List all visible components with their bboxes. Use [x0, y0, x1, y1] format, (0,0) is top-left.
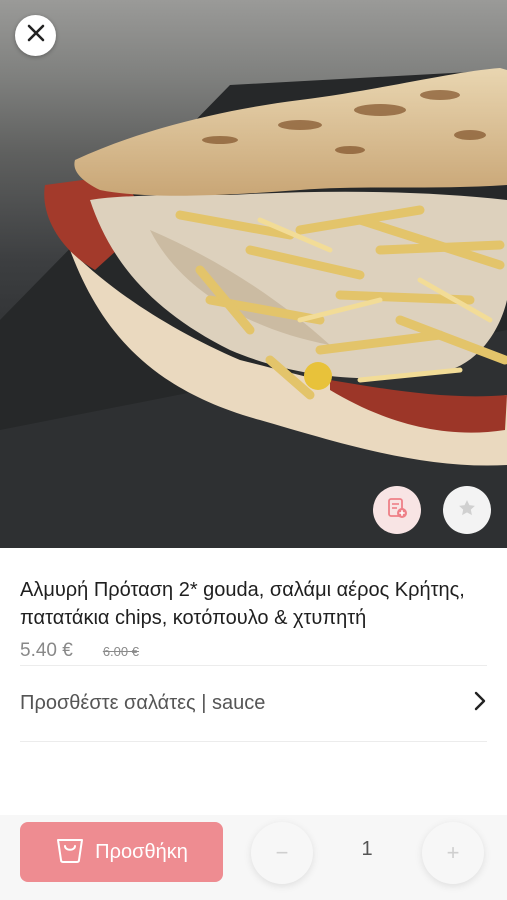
decrease-quantity-button[interactable]: − [251, 822, 313, 884]
close-button[interactable] [15, 15, 56, 56]
shopping-bag-icon [55, 836, 85, 869]
favorite-button[interactable] [443, 486, 491, 534]
add-to-cart-button[interactable]: Προσθήκη [20, 822, 223, 882]
increase-quantity-button[interactable]: + [422, 822, 484, 884]
quantity-value: 1 [361, 838, 373, 860]
chevron-right-icon [473, 691, 487, 716]
close-icon [26, 23, 46, 48]
product-price: 5.40 € [20, 640, 73, 661]
add-salads-sauce-row[interactable]: Προσθέστε σαλάτες | sauce [20, 684, 487, 722]
add-note-button[interactable] [373, 486, 421, 534]
divider [20, 741, 487, 742]
divider [20, 665, 487, 666]
price-row: 5.40 € 6.00 € [20, 639, 139, 663]
star-icon [457, 498, 477, 523]
product-title: Αλμυρή Πρόταση 2* gouda, σαλάμι αέρος Κρ… [20, 579, 465, 629]
note-add-icon [386, 497, 408, 524]
food-photo [0, 68, 507, 548]
add-to-cart-label: Προσθήκη [95, 840, 188, 863]
product-old-price: 6.00 € [102, 643, 139, 659]
product-image [0, 0, 507, 548]
options-label: Προσθέστε σαλάτες | sauce [20, 691, 266, 714]
